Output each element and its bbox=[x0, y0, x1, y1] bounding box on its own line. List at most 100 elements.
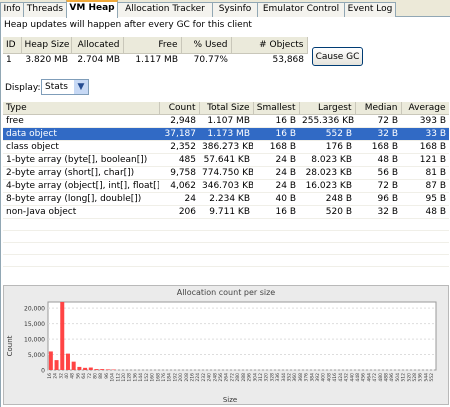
chart-x-tick-label: 304 bbox=[252, 373, 258, 382]
stats-cell: 520 B bbox=[299, 205, 355, 219]
stats-row[interactable] bbox=[3, 254, 449, 267]
stats-cell bbox=[199, 218, 253, 231]
chart-x-tick-label: 272 bbox=[229, 373, 235, 382]
chart-x-tick-label: 96 bbox=[104, 373, 110, 379]
chart-x-tick-label: 240 bbox=[207, 373, 213, 382]
stats-cell: 57.641 KB bbox=[199, 153, 253, 167]
chart-title: Allocation count per size bbox=[177, 288, 276, 297]
stats-col-total-size[interactable]: Total Size bbox=[199, 102, 254, 115]
stats-cell: 393 B bbox=[401, 114, 449, 128]
stats-col-largest[interactable]: Largest bbox=[299, 102, 356, 115]
stats-row[interactable]: class object 2,352 386.273 KB 168 B 176 B 168… bbox=[3, 140, 449, 154]
stats-cell: 72 B bbox=[355, 179, 401, 193]
stats-cell: 16 B bbox=[253, 127, 299, 141]
heap-col-allocated[interactable]: Allocated bbox=[71, 37, 124, 54]
chart-x-tick-label: 176 bbox=[161, 373, 167, 382]
heap-col-free[interactable]: Free bbox=[123, 37, 182, 54]
stats-cell bbox=[199, 254, 253, 267]
tab-info[interactable]: Info bbox=[0, 2, 24, 17]
stats-cell: 8.023 KB bbox=[299, 153, 355, 167]
allocation-chart-svg: Allocation count per size Count Size 0 5,… bbox=[6, 288, 437, 404]
stats-col-average[interactable]: Average bbox=[401, 102, 449, 115]
stats-cell: 2-byte array (short[], char[]) bbox=[3, 166, 159, 180]
stats-row[interactable]: 2-byte array (short[], char[]) 9,758 774.7… bbox=[3, 166, 449, 180]
chart-x-tick-label: 280 bbox=[235, 373, 241, 382]
chart-x-tick-label: 488 bbox=[384, 373, 390, 382]
heap-cell-free: 1.117 MB bbox=[135, 54, 178, 65]
chevron-down-icon[interactable]: ▼ bbox=[74, 80, 88, 94]
stats-cell bbox=[401, 242, 449, 255]
chart-x-tick-label: 536 bbox=[418, 373, 424, 382]
tab-event-log[interactable]: Event Log bbox=[344, 2, 396, 17]
stats-row[interactable]: non-Java object 206 9.711 KB 16 B 520 B 32 B4… bbox=[3, 205, 449, 219]
chart-x-tick-label: 136 bbox=[132, 373, 138, 382]
tab-emulator-control[interactable]: Emulator Control bbox=[257, 2, 345, 17]
display-select[interactable]: Stats ▼ bbox=[41, 79, 89, 95]
stats-row[interactable] bbox=[3, 230, 449, 243]
chart-bar bbox=[60, 302, 65, 370]
heap-row[interactable]: 1 3.820 MB 2.704 MB 1.117 MB 70.77% 53,8… bbox=[3, 53, 307, 66]
tab-sysinfo[interactable]: Sysinfo bbox=[212, 2, 258, 17]
chart-bar bbox=[88, 367, 93, 370]
heap-col-id[interactable]: ID bbox=[3, 37, 22, 54]
stats-cell: non-Java object bbox=[3, 205, 159, 219]
stats-cell bbox=[3, 218, 159, 231]
chart-x-tick-label: 256 bbox=[218, 373, 224, 382]
chart-x-tick-label: 112 bbox=[115, 373, 121, 382]
stats-cell: 24 B bbox=[253, 153, 299, 167]
stats-row[interactable]: 8-byte array (long[], double[]) 24 2.234 K… bbox=[3, 192, 449, 206]
chart-x-tick-label: 200 bbox=[178, 373, 184, 382]
stats-cell: 87 B bbox=[401, 179, 449, 193]
chart-x-tick-label: 448 bbox=[355, 373, 361, 382]
chart-x-tick-label: 16 bbox=[47, 373, 53, 379]
stats-cell bbox=[3, 254, 159, 267]
chart-x-tick-label: 80 bbox=[93, 373, 99, 379]
stats-cell bbox=[159, 218, 199, 231]
stats-col-smallest[interactable]: Smallest bbox=[253, 102, 300, 115]
stats-cell: 9.711 KB bbox=[199, 205, 253, 219]
tab-threads[interactable]: Threads bbox=[23, 2, 67, 17]
chart-x-tick-label: 504 bbox=[395, 373, 401, 382]
chart-bar bbox=[94, 369, 99, 370]
stats-cell: 774.750 KB bbox=[199, 166, 253, 180]
vm-heap-panel: Heap updates will happen after every GC … bbox=[0, 17, 450, 407]
heap-col-heap-size[interactable]: Heap Size bbox=[21, 37, 72, 54]
chart-x-tick-label: 336 bbox=[275, 373, 281, 382]
heap-col-used[interactable]: % Used bbox=[181, 37, 232, 54]
stats-cell bbox=[401, 254, 449, 267]
cause-gc-button[interactable]: Cause GC bbox=[312, 47, 363, 66]
stats-col-median[interactable]: Median bbox=[355, 102, 402, 115]
stats-cell bbox=[355, 230, 401, 243]
chart-x-tick-label: 232 bbox=[201, 373, 207, 382]
stats-row[interactable] bbox=[3, 242, 449, 255]
stats-cell: 248 B bbox=[299, 192, 355, 206]
stats-col-type[interactable]: Type bbox=[3, 102, 160, 115]
stats-cell: 255.336 KB bbox=[299, 114, 355, 128]
chart-x-tick-label: 344 bbox=[281, 373, 287, 382]
stats-cell bbox=[159, 254, 199, 267]
display-selected-value: Stats bbox=[45, 82, 68, 92]
stats-cell: 16.023 KB bbox=[299, 179, 355, 193]
stats-row[interactable]: 4-byte array (object[], int[], float[]) 4… bbox=[3, 179, 449, 193]
stats-row[interactable]: data object 37,187 1.173 MB 16 B 552 B 32 B 33… bbox=[3, 127, 449, 141]
chart-x-tick-label: 312 bbox=[258, 373, 264, 382]
chart-bar bbox=[65, 353, 70, 370]
stats-row[interactable] bbox=[3, 218, 449, 231]
stats-row[interactable]: free 2,948 1.107 MB 16 B 255.336 KB 72 B 393 B bbox=[3, 114, 449, 128]
chart-x-tick-label: 168 bbox=[155, 373, 161, 382]
stats-row[interactable]: 1-byte array (byte[], boolean[]) 485 57.64… bbox=[3, 153, 449, 167]
chart-x-tick-label: 144 bbox=[138, 373, 144, 382]
stats-cell: 48 B bbox=[355, 153, 401, 167]
tab-vm-heap[interactable]: VM Heap bbox=[66, 0, 118, 18]
stats-col-count[interactable]: Count bbox=[159, 102, 200, 115]
chart-x-tick-label: 320 bbox=[264, 373, 270, 382]
stats-cell: 2.234 KB bbox=[199, 192, 253, 206]
stats-table: Type Count Total Size Smallest Largest M… bbox=[3, 102, 449, 267]
chart-bar bbox=[48, 351, 53, 370]
tab-allocation-tracker[interactable]: Allocation Tracker bbox=[117, 2, 213, 17]
stats-cell bbox=[299, 242, 355, 255]
heap-col-objects[interactable]: # Objects bbox=[231, 37, 308, 54]
heap-cell-allocated: 2.704 MB bbox=[77, 54, 120, 65]
chart-x-tick-label: 392 bbox=[315, 373, 321, 382]
display-label: Display: bbox=[5, 83, 41, 93]
